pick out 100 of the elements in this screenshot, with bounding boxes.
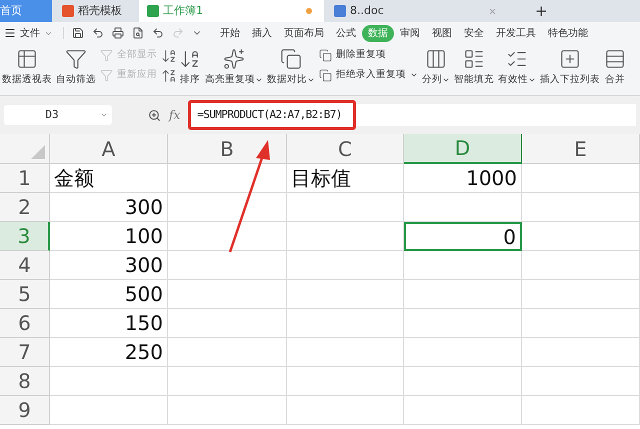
save-icon[interactable] [72, 27, 84, 39]
select-all-corner[interactable] [0, 134, 50, 164]
sort-ascending-icon[interactable] [161, 48, 177, 64]
table-cell[interactable] [522, 193, 640, 222]
table-cell[interactable] [522, 280, 640, 309]
table-cell[interactable] [168, 280, 287, 309]
table-cell[interactable]: 250 [50, 338, 168, 367]
table-cell[interactable] [287, 193, 404, 222]
table-cell[interactable] [50, 367, 168, 396]
plus-square-icon [559, 48, 581, 70]
zoom-icon[interactable] [148, 108, 161, 122]
table-cell[interactable] [404, 251, 522, 280]
table-cell[interactable] [522, 338, 640, 367]
ribbon-button[interactable]: 自动筛选 [54, 44, 98, 95]
table-cell[interactable] [168, 338, 287, 367]
table-cell[interactable] [168, 222, 287, 251]
ribbon-button[interactable]: 有效性 [496, 44, 538, 95]
ribbon-tab[interactable]: 页面布局 [278, 24, 330, 42]
sort-button[interactable]: 排序 [180, 73, 200, 88]
name-box[interactable]: D3 [4, 105, 112, 125]
table-cell[interactable]: 500 [50, 280, 168, 309]
table-cell[interactable]: 金额 [50, 164, 168, 193]
table-cell[interactable] [522, 222, 640, 251]
column-header[interactable]: B [168, 134, 287, 164]
table-cell[interactable] [287, 338, 404, 367]
printer-icon[interactable] [112, 27, 124, 39]
row-header[interactable]: 2 [0, 193, 50, 222]
redo-icon[interactable] [172, 27, 184, 39]
ribbon-tab[interactable]: 开始 [214, 24, 246, 42]
function-label[interactable]: fx [169, 106, 180, 124]
undo-icon[interactable] [152, 27, 164, 39]
table-cell[interactable]: 100 [50, 222, 168, 251]
row-header[interactable]: 6 [0, 309, 50, 338]
ribbon-tab[interactable]: 公式 [330, 24, 362, 42]
table-cell[interactable] [50, 396, 168, 425]
ribbon-tab[interactable]: 视图 [426, 24, 458, 42]
table-cell[interactable] [404, 338, 522, 367]
sort-icon [179, 48, 201, 70]
row-header[interactable]: 7 [0, 338, 50, 367]
row-header[interactable]: 3 [0, 222, 50, 251]
table-cell[interactable] [168, 396, 287, 425]
filter-icon [65, 48, 87, 70]
row-header[interactable]: 4 [0, 251, 50, 280]
caret-icon [100, 111, 108, 119]
row-header[interactable]: 8 [0, 367, 50, 396]
ribbon-tab[interactable]: 插入 [246, 24, 278, 42]
table-cell[interactable]: 300 [50, 251, 168, 280]
table-cell[interactable] [404, 396, 522, 425]
table-cell[interactable] [168, 193, 287, 222]
row-header[interactable]: 1 [0, 164, 50, 193]
ribbon-button[interactable]: 合并 [602, 44, 628, 95]
column-header[interactable]: D [404, 134, 522, 164]
table-cell[interactable] [168, 367, 287, 396]
table-cell[interactable] [404, 193, 522, 222]
column-header[interactable]: E [522, 134, 640, 164]
close-icon[interactable] [488, 6, 497, 16]
column-header[interactable]: A [50, 134, 168, 164]
table-cell[interactable] [168, 164, 287, 193]
ribbon-button[interactable]: 删除重复项 [319, 48, 418, 62]
ribbon-button[interactable]: 拒绝录入重复项 [319, 68, 418, 82]
table-cell[interactable] [404, 280, 522, 309]
ribbon-button[interactable]: 智能填充 [452, 44, 496, 95]
ribbon-button[interactable]: 分列 [420, 44, 452, 95]
table-cell[interactable] [168, 251, 287, 280]
row-header[interactable]: 9 [0, 396, 50, 425]
table-cell[interactable] [522, 396, 640, 425]
table-cell[interactable] [287, 280, 404, 309]
table-cell[interactable] [287, 309, 404, 338]
table-cell[interactable] [287, 251, 404, 280]
table-cell[interactable] [522, 164, 640, 193]
row-header[interactable]: 5 [0, 280, 50, 309]
table-cell[interactable] [287, 396, 404, 425]
table-cell[interactable] [522, 309, 640, 338]
table-cell[interactable] [287, 367, 404, 396]
ribbon-button[interactable]: 数据对比 [265, 44, 317, 95]
new-tab-button[interactable]: + [527, 0, 556, 22]
table-cell[interactable]: 目标值 [287, 164, 404, 193]
table-cell[interactable] [522, 367, 640, 396]
ribbon-button[interactable]: 高亮重复项 [203, 44, 265, 95]
table-cell[interactable] [168, 309, 287, 338]
column-header[interactable]: C [287, 134, 404, 164]
ribbon-tab[interactable]: 特色功能 [542, 24, 594, 42]
table-cell[interactable]: 1000 [404, 164, 522, 193]
ribbon-button[interactable]: 数据透视表 [0, 44, 54, 95]
table-cell[interactable] [404, 367, 522, 396]
ribbon-tab[interactable]: 审阅 [394, 24, 426, 42]
table-cell[interactable] [522, 251, 640, 280]
ribbon-button[interactable]: 插入下拉列表 [538, 44, 602, 95]
print-preview-icon[interactable] [132, 27, 144, 39]
ribbon-tab[interactable]: 安全 [458, 24, 490, 42]
table-cell[interactable]: 150 [50, 309, 168, 338]
table-cell[interactable] [287, 222, 404, 251]
sort-descending-icon[interactable] [161, 68, 177, 84]
ribbon-tab[interactable]: 开发工具 [490, 24, 542, 42]
columns-icon [425, 48, 447, 70]
undo-icon[interactable] [92, 27, 104, 39]
table-cell[interactable]: 0 [404, 222, 522, 251]
table-cell[interactable] [404, 309, 522, 338]
table-cell[interactable]: 300 [50, 193, 168, 222]
document-tab[interactable]: 工作簿1 [139, 0, 324, 22]
